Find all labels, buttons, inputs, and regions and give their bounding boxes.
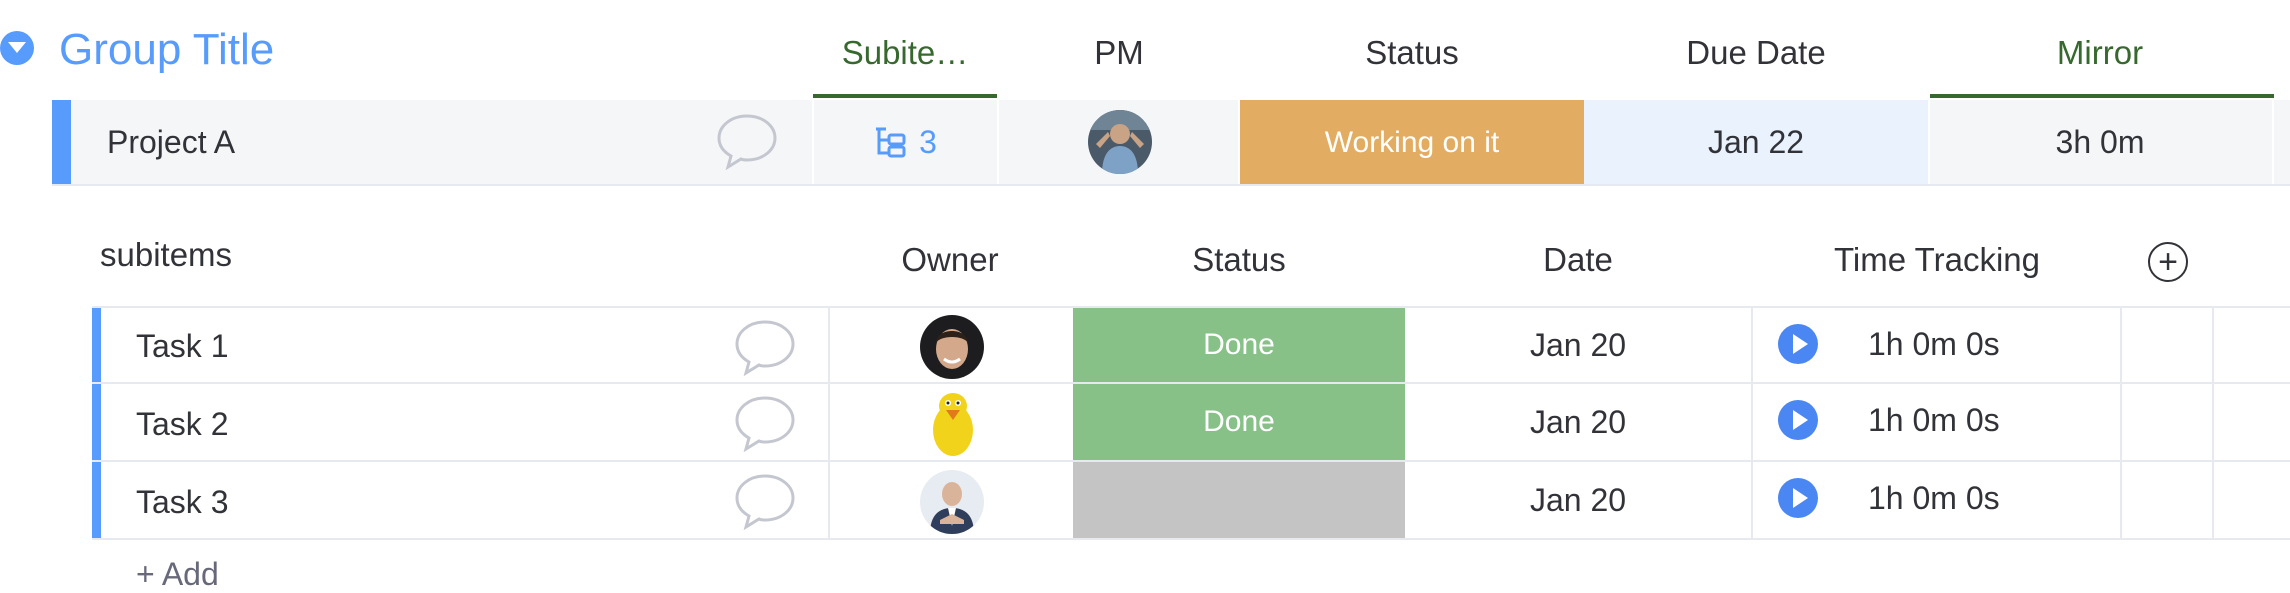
due-date-cell[interactable]: Jan 22 bbox=[1584, 100, 1928, 184]
status-label-empty[interactable] bbox=[1073, 462, 1405, 538]
subitem-color-bar bbox=[92, 462, 101, 538]
grid-line bbox=[92, 538, 2290, 540]
owner-avatar[interactable] bbox=[920, 470, 984, 534]
comment-icon[interactable] bbox=[716, 112, 778, 175]
cell-separator bbox=[2272, 100, 2274, 184]
play-icon[interactable] bbox=[1778, 400, 1818, 440]
row-divider bbox=[52, 184, 2290, 186]
column-header-due-date[interactable]: Due Date bbox=[1584, 28, 1928, 78]
subitems-header-time-tracking[interactable]: Time Tracking bbox=[1753, 236, 2121, 284]
grid-line bbox=[1751, 306, 1753, 540]
status-label-working[interactable]: Working on it bbox=[1240, 100, 1584, 186]
add-column-button[interactable]: + bbox=[2148, 242, 2188, 282]
subitems-header-owner[interactable]: Owner bbox=[830, 236, 1070, 284]
subitem-time-tracking: 1h 0m 0s bbox=[1868, 402, 2000, 438]
play-icon[interactable] bbox=[1778, 324, 1818, 364]
add-subitem-button[interactable]: + Add bbox=[136, 556, 219, 593]
subitems-count-button[interactable]: 3 bbox=[813, 100, 997, 184]
subitem-name[interactable]: Task 1 bbox=[136, 328, 228, 365]
subitem-date[interactable]: Jan 20 bbox=[1405, 308, 1751, 382]
comment-icon[interactable] bbox=[734, 318, 796, 381]
grid-line bbox=[2212, 306, 2214, 540]
pm-avatar[interactable] bbox=[1088, 110, 1152, 174]
subitem-color-bar bbox=[92, 308, 101, 382]
subitem-date[interactable]: Jan 20 bbox=[1405, 384, 1751, 460]
owner-avatar[interactable] bbox=[928, 390, 978, 458]
subitems-header-name: subitems bbox=[100, 236, 233, 273]
column-header-status[interactable]: Status bbox=[1240, 28, 1584, 78]
comment-icon[interactable] bbox=[734, 394, 796, 457]
item-name[interactable]: Project A bbox=[107, 120, 235, 164]
subitems-header-date[interactable]: Date bbox=[1405, 236, 1751, 284]
subitem-color-bar bbox=[92, 384, 101, 460]
subitems-header-status[interactable]: Status bbox=[1073, 236, 1405, 284]
subitem-time-tracking: 1h 0m 0s bbox=[1868, 326, 2000, 362]
column-header-subitems[interactable]: Subite… bbox=[813, 28, 997, 78]
subitem-name[interactable]: Task 3 bbox=[136, 484, 228, 521]
grid-line bbox=[2120, 306, 2122, 540]
column-underline-subitems bbox=[813, 94, 997, 98]
subitems-icon bbox=[876, 127, 906, 158]
status-label-done[interactable]: Done bbox=[1073, 384, 1405, 460]
plus-icon: + bbox=[2158, 243, 2178, 281]
subitems-count: 3 bbox=[919, 123, 937, 160]
cell-separator bbox=[997, 100, 999, 184]
play-icon[interactable] bbox=[1778, 478, 1818, 518]
chevron-down-icon bbox=[8, 42, 26, 53]
owner-avatar[interactable] bbox=[920, 315, 984, 379]
item-color-bar bbox=[52, 100, 71, 184]
grid-line bbox=[828, 306, 830, 540]
subitem-name[interactable]: Task 2 bbox=[136, 406, 228, 443]
column-underline-mirror bbox=[1930, 94, 2274, 98]
column-header-mirror[interactable]: Mirror bbox=[1928, 28, 2272, 78]
mirror-cell[interactable]: 3h 0m bbox=[1928, 100, 2272, 184]
status-label-done[interactable]: Done bbox=[1073, 308, 1405, 382]
subitem-time-tracking: 1h 0m 0s bbox=[1868, 480, 2000, 516]
subitem-date[interactable]: Jan 20 bbox=[1405, 462, 1751, 538]
column-header-pm[interactable]: PM bbox=[1004, 28, 1234, 78]
comment-icon[interactable] bbox=[734, 472, 796, 535]
group-title[interactable]: Group Title bbox=[59, 22, 274, 78]
group-collapse-toggle[interactable] bbox=[0, 31, 34, 65]
